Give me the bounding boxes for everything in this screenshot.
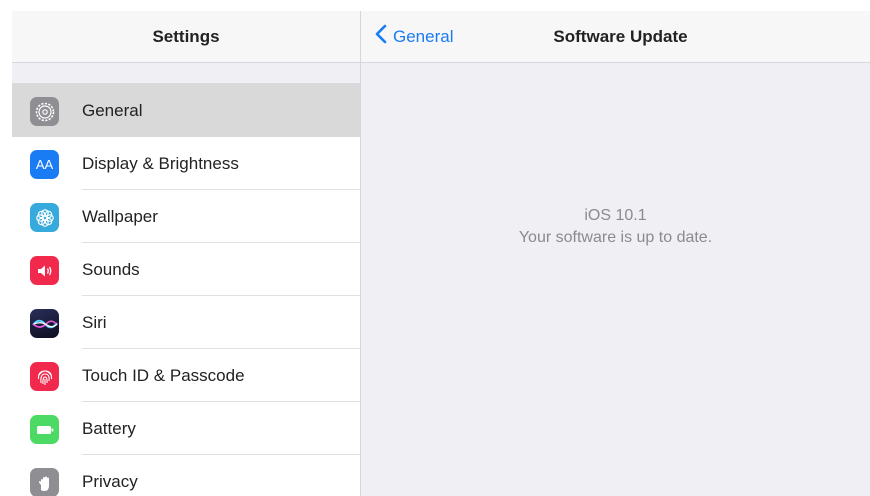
- gear-icon: [30, 97, 59, 126]
- sidebar-item-general[interactable]: General: [12, 84, 360, 137]
- siri-icon: [30, 309, 59, 338]
- detail-pane: Software Update General iOS 10.1 Your so…: [361, 11, 870, 496]
- sidebar-item-siri[interactable]: Siri: [12, 296, 360, 349]
- battery-icon: [30, 415, 59, 444]
- sidebar-item-display-brightness[interactable]: AA Display & Brightness: [12, 137, 360, 190]
- back-label: General: [393, 26, 454, 46]
- chevron-left-icon: [375, 24, 387, 49]
- sidebar-header: Settings: [12, 11, 360, 63]
- text-size-icon: AA: [30, 150, 59, 179]
- update-status: iOS 10.1 Your software is up to date.: [361, 205, 870, 249]
- sidebar-item-wallpaper[interactable]: Wallpaper: [12, 190, 360, 243]
- sidebar-item-sounds[interactable]: Sounds: [12, 243, 360, 296]
- sidebar-item-battery[interactable]: Battery: [12, 402, 360, 455]
- back-button[interactable]: General: [375, 11, 453, 62]
- sidebar-item-label: Wallpaper: [82, 206, 158, 226]
- sidebar-item-label: Touch ID & Passcode: [82, 365, 245, 385]
- settings-sidebar: Settings General AA Display & Brightness…: [12, 11, 361, 496]
- detail-header: Software Update General: [361, 11, 870, 63]
- ios-version: iOS 10.1: [584, 207, 647, 224]
- up-to-date-message: Your software is up to date.: [518, 229, 713, 246]
- hand-icon: [30, 468, 59, 496]
- sidebar-item-privacy[interactable]: Privacy: [12, 455, 360, 496]
- sidebar-title: Settings: [152, 26, 220, 46]
- sidebar-item-label: Battery: [82, 418, 136, 438]
- sidebar-item-label: General: [82, 100, 143, 120]
- flower-icon: [30, 203, 59, 232]
- sidebar-item-label: Sounds: [82, 259, 140, 279]
- sidebar-item-touch-id[interactable]: Touch ID & Passcode: [12, 349, 360, 402]
- speaker-icon: [30, 256, 59, 285]
- sidebar-item-label: Display & Brightness: [82, 153, 239, 173]
- sidebar-item-label: Siri: [82, 312, 107, 332]
- sidebar-item-label: Privacy: [82, 471, 138, 491]
- fingerprint-icon: [30, 362, 59, 391]
- ipad-screen: Settings General AA Display & Brightness…: [12, 11, 870, 496]
- settings-list: General AA Display & Brightness Wallpape…: [12, 83, 360, 496]
